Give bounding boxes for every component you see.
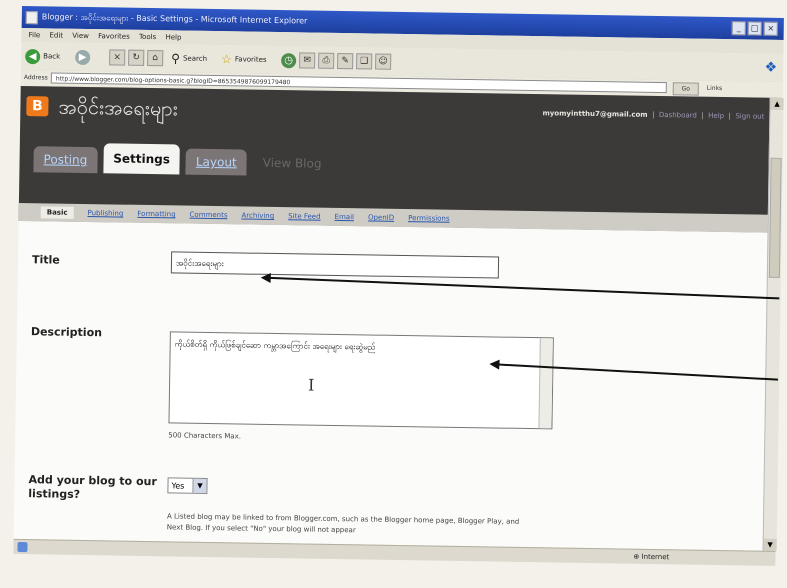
settings-form: Title အဝိုင်းအရေးများ Description ကိုယ်စ… — [13, 220, 781, 551]
edit-icon[interactable]: ✎ — [337, 52, 354, 70]
subtab-formatting[interactable]: Formatting — [137, 210, 175, 219]
refresh-icon[interactable]: ↻ — [128, 49, 145, 66]
tab-settings[interactable]: Settings — [103, 143, 181, 175]
search-button[interactable]: ⚲ Search — [171, 49, 207, 68]
scroll-thumb[interactable] — [768, 157, 782, 278]
user-email: myomyintthu7@gmail.com — [542, 109, 648, 119]
arrowhead-icon — [260, 272, 271, 283]
description-text: ကိုယ်စိတ်ရှိ ကိုယ်ဖြစ်ချင်ဆော ကမ္ဘာအကြော… — [174, 339, 376, 352]
minimize-icon[interactable]: _ — [731, 21, 746, 36]
blog-name: အဝိုင်းအရေးများ — [58, 94, 179, 121]
description-textarea[interactable]: ကိုယ်စိတ်ရှိ ကိုယ်ဖြစ်ချင်ဆော ကမ္ဘာအကြော… — [168, 331, 554, 430]
menu-tools[interactable]: Tools — [139, 33, 156, 41]
listing-description: A Listed blog may be linked to from Blog… — [166, 512, 520, 535]
title-label: Title — [31, 253, 60, 267]
window-controls: _ □ × — [731, 21, 778, 36]
favorites-button[interactable]: ☆ Favorites — [221, 50, 267, 69]
sign-out-link[interactable]: Sign out — [735, 112, 764, 120]
go-button[interactable]: Go — [672, 82, 699, 96]
dashboard-link[interactable]: Dashboard — [659, 111, 697, 120]
description-helper: 500 Characters Max. — [168, 431, 242, 441]
windows-logo-icon: ❖ — [764, 59, 778, 76]
menu-favorites[interactable]: Favorites — [98, 32, 130, 40]
help-link[interactable]: Help — [708, 112, 724, 120]
chevron-down-icon: ▼ — [192, 478, 207, 493]
links-button[interactable]: Links — [707, 85, 723, 92]
discuss-icon[interactable]: ❏ — [356, 53, 373, 70]
globe-icon: ⊕ — [633, 552, 640, 561]
browser-window: Blogger : အဝိုင်းအရေးများ - Basic Settin… — [13, 6, 787, 588]
menu-help[interactable]: Help — [165, 33, 181, 41]
textarea-scrollbar[interactable] — [538, 338, 553, 429]
forward-arrow-icon: ▶ — [75, 49, 91, 65]
subtab-openid[interactable]: OpenID — [368, 213, 394, 221]
messenger-icon[interactable]: ☺ — [375, 53, 392, 70]
history-icon[interactable]: ◷ — [281, 52, 297, 68]
subtab-basic[interactable]: Basic — [40, 206, 74, 219]
ie-document-icon — [25, 11, 38, 25]
text-cursor-icon: I — [307, 375, 315, 395]
back-arrow-icon: ◀ — [25, 48, 41, 64]
subtab-site-feed[interactable]: Site Feed — [288, 212, 320, 221]
forward-button[interactable]: ▶ — [75, 48, 91, 66]
search-icon: ⚲ — [171, 51, 181, 66]
page-status-icon — [17, 541, 28, 553]
security-zone: ⊕ Internet — [633, 552, 670, 562]
stop-icon[interactable]: × — [109, 49, 126, 66]
subtab-permissions[interactable]: Permissions — [408, 214, 450, 223]
scroll-down-icon[interactable]: ▼ — [763, 538, 777, 551]
subtab-archiving[interactable]: Archiving — [241, 211, 274, 220]
favorites-star-icon: ☆ — [221, 52, 233, 67]
menu-file[interactable]: File — [28, 31, 40, 39]
title-input[interactable]: အဝိုင်းအရေးများ — [170, 251, 500, 279]
tab-view-blog[interactable]: View Blog — [252, 150, 331, 177]
tab-posting[interactable]: Posting — [33, 146, 98, 174]
close-icon[interactable]: × — [763, 21, 778, 36]
listing-select[interactable]: Yes ▼ — [167, 477, 208, 494]
subtab-publishing[interactable]: Publishing — [87, 209, 123, 218]
mail-icon[interactable]: ✉ — [299, 52, 316, 69]
listing-label: Add your blog to our listings? — [28, 473, 157, 501]
account-links: myomyintthu7@gmail.com | Dashboard | Hel… — [542, 109, 765, 121]
subtab-comments[interactable]: Comments — [189, 211, 227, 220]
menu-edit[interactable]: Edit — [49, 31, 63, 39]
home-icon[interactable]: ⌂ — [147, 49, 164, 67]
address-label: Address — [23, 74, 48, 82]
tab-layout[interactable]: Layout — [185, 148, 247, 176]
arrowhead-icon — [489, 359, 500, 370]
menu-view[interactable]: View — [72, 32, 89, 40]
blogger-header: B အဝိုင်းအရေးများ myomyintthu7@gmail.com… — [18, 85, 783, 233]
main-tabs: Posting Settings Layout View Blog — [33, 142, 331, 177]
subtab-email[interactable]: Email — [335, 213, 355, 221]
maximize-icon[interactable]: □ — [747, 21, 762, 36]
print-icon[interactable]: ⎙ — [318, 52, 335, 69]
scroll-up-icon[interactable]: ▲ — [770, 97, 784, 110]
description-label: Description — [30, 325, 103, 340]
back-button[interactable]: ◀ Back — [25, 47, 60, 66]
blogger-logo-icon[interactable]: B — [26, 96, 49, 117]
